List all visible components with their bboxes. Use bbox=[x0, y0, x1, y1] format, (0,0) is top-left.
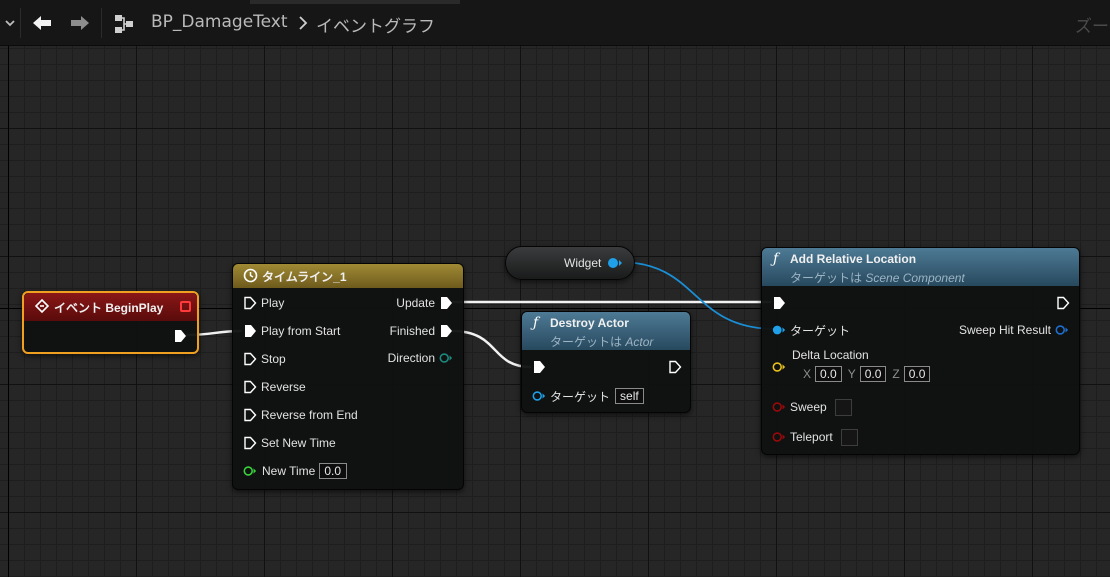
clock-icon bbox=[243, 268, 258, 283]
delta-location-label: Delta Location bbox=[792, 348, 869, 362]
breadcrumb-asset[interactable]: BP_DamageText bbox=[151, 12, 288, 32]
chevron-down-icon[interactable] bbox=[2, 14, 18, 32]
delta-x-input[interactable]: 0.0 bbox=[815, 366, 842, 382]
exec-output-pin-icon[interactable] bbox=[439, 296, 453, 310]
destroy-actor-node[interactable]: ƒ Destroy Actor ターゲットは Actor ターゲット self bbox=[521, 311, 691, 413]
timeline-node[interactable]: タイムライン_1 Play Play from Start Stop Rever… bbox=[232, 263, 464, 490]
sweep-checkbox[interactable] bbox=[834, 398, 852, 416]
chevron-right-icon bbox=[299, 16, 308, 30]
float-pin-icon[interactable] bbox=[243, 464, 257, 478]
pin-sweep[interactable]: Sweep bbox=[772, 398, 852, 416]
pin-finished[interactable]: Finished bbox=[390, 322, 453, 340]
new-time-input[interactable]: 0.0 bbox=[319, 463, 348, 479]
pin-target[interactable]: ターゲット self bbox=[532, 387, 644, 405]
node-header: ƒ Add Relative Location ターゲットは Scene Com… bbox=[762, 248, 1079, 286]
breadcrumb-graph[interactable]: イベントグラフ bbox=[316, 12, 435, 37]
blueprint-graph-icon bbox=[115, 15, 133, 33]
object-pin-icon[interactable] bbox=[532, 389, 546, 403]
exec-input-pin-icon[interactable] bbox=[243, 324, 257, 338]
exec-output-pin[interactable] bbox=[1056, 296, 1070, 310]
pin-update[interactable]: Update bbox=[396, 294, 453, 312]
pin-direction[interactable]: Direction bbox=[388, 349, 453, 367]
event-beginplay-node[interactable]: イベント BeginPlay bbox=[22, 291, 199, 354]
node-title: タイムライン_1 bbox=[262, 270, 347, 284]
object-output-pin[interactable] bbox=[606, 256, 624, 270]
grid-axis-vertical bbox=[8, 46, 9, 577]
node-header: タイムライン_1 bbox=[233, 264, 463, 288]
pin-sweep-hit-result[interactable]: Sweep Hit Result bbox=[959, 321, 1069, 339]
exec-input-pin-icon[interactable] bbox=[243, 296, 257, 310]
graph-toolbar: BP_DamageText イベントグラフ ズー bbox=[0, 0, 1110, 46]
pin-target[interactable]: ターゲット bbox=[772, 321, 850, 339]
node-subtitle: ターゲットは Scene Component bbox=[790, 271, 965, 285]
node-header: ƒ Destroy Actor ターゲットは Actor bbox=[522, 312, 690, 350]
pin-delta-location[interactable] bbox=[772, 358, 786, 376]
delta-z-input[interactable]: 0.0 bbox=[903, 366, 931, 382]
pin-new-time[interactable]: New Time 0.0 bbox=[243, 462, 348, 480]
node-title: イベント BeginPlay bbox=[54, 301, 164, 315]
add-relative-location-node[interactable]: ƒ Add Relative Location ターゲットは Scene Com… bbox=[761, 247, 1080, 455]
exec-input-pin-icon[interactable] bbox=[243, 436, 257, 450]
exec-input-pin-icon[interactable] bbox=[243, 352, 257, 366]
pin-set-new-time[interactable]: Set New Time bbox=[243, 434, 336, 452]
arrow-left-icon[interactable] bbox=[30, 12, 54, 34]
pin-play[interactable]: Play bbox=[243, 294, 284, 312]
exec-output-pin[interactable] bbox=[668, 360, 682, 374]
bool-pin-icon[interactable] bbox=[772, 400, 786, 414]
arrow-right-icon[interactable] bbox=[68, 12, 92, 34]
event-diamond-icon bbox=[35, 299, 49, 313]
function-f-icon: ƒ bbox=[533, 315, 539, 331]
node-title: Add Relative Location bbox=[790, 252, 917, 266]
function-f-icon: ƒ bbox=[773, 251, 779, 267]
widget-label: Widget bbox=[564, 256, 602, 270]
bool-pin-icon[interactable] bbox=[772, 430, 786, 444]
pin-reverse[interactable]: Reverse bbox=[243, 378, 306, 396]
exec-input-pin[interactable] bbox=[772, 296, 786, 310]
toolbar-divider bbox=[20, 8, 21, 38]
node-title: Destroy Actor bbox=[550, 316, 629, 330]
zoom-label: ズー bbox=[1075, 17, 1109, 37]
object-pin-icon[interactable] bbox=[772, 323, 786, 337]
exec-output-pin[interactable] bbox=[173, 329, 187, 343]
stop-indicator-icon bbox=[180, 301, 191, 312]
vector-pin-icon[interactable] bbox=[772, 360, 786, 374]
node-header: イベント BeginPlay bbox=[24, 293, 197, 321]
target-self-field[interactable]: self bbox=[615, 388, 644, 404]
enum-pin-icon[interactable] bbox=[439, 351, 453, 365]
pin-play-from-start[interactable]: Play from Start bbox=[243, 322, 340, 340]
teleport-checkbox[interactable] bbox=[840, 428, 858, 446]
pin-stop[interactable]: Stop bbox=[243, 350, 286, 368]
delta-location-fields: X 0.0 Y 0.0 Z 0.0 bbox=[803, 365, 931, 383]
widget-variable-node[interactable]: Widget bbox=[505, 246, 635, 280]
exec-input-pin-icon[interactable] bbox=[243, 408, 257, 422]
pin-reverse-from-end[interactable]: Reverse from End bbox=[243, 406, 358, 424]
node-subtitle: ターゲットは Actor bbox=[550, 335, 654, 349]
exec-input-pin-icon[interactable] bbox=[243, 380, 257, 394]
delta-y-input[interactable]: 0.0 bbox=[859, 366, 887, 382]
pin-teleport[interactable]: Teleport bbox=[772, 428, 858, 446]
toolbar-divider bbox=[101, 8, 102, 38]
struct-pin-icon[interactable] bbox=[1055, 323, 1069, 337]
tab-strip-edge bbox=[250, 0, 460, 4]
exec-output-pin-icon[interactable] bbox=[439, 324, 453, 338]
exec-input-pin[interactable] bbox=[532, 360, 546, 374]
